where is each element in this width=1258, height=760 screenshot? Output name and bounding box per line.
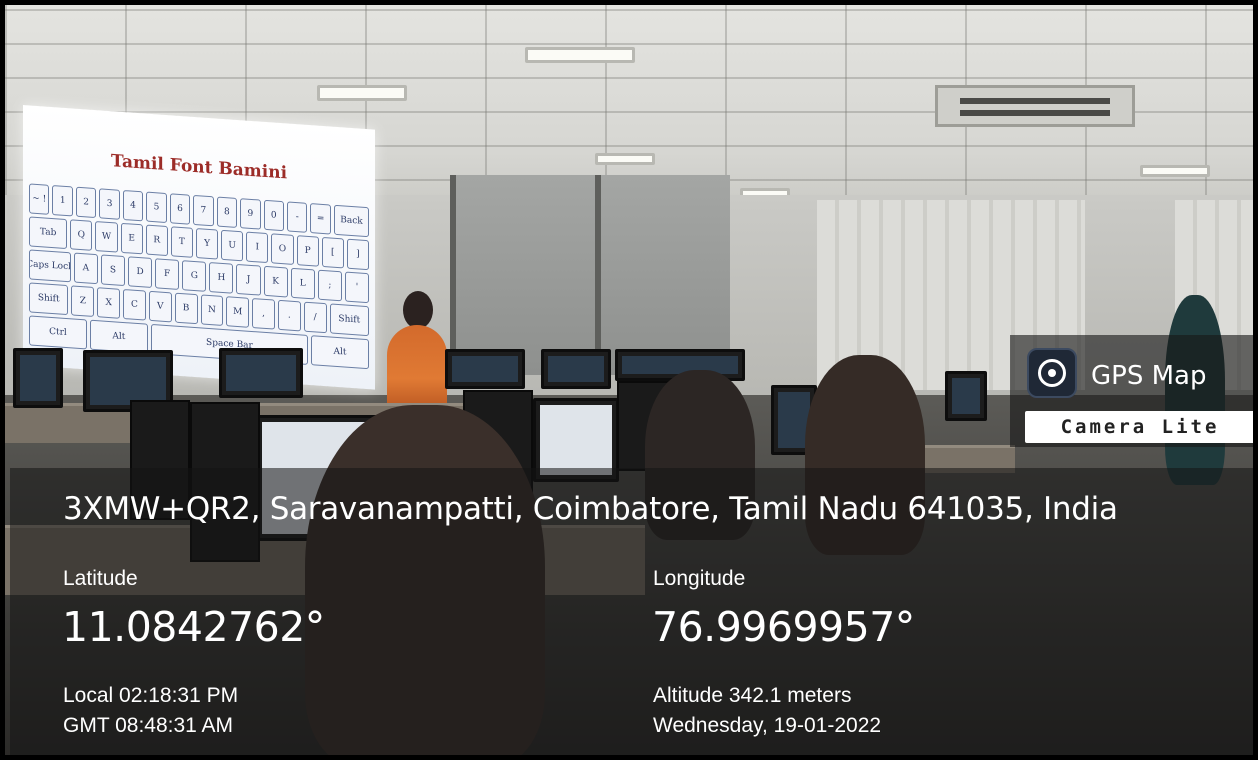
keyboard-key: V	[148, 290, 172, 323]
photo-frame: Tamil Font Bamini ~ ! 1 2 3 4 5 6 7 8 9 0- = Back Tab…	[0, 0, 1258, 760]
projector-title: Tamil Font Bamini	[110, 151, 288, 184]
keyboard-key: 1	[52, 185, 73, 217]
keyboard-key: C	[123, 288, 146, 321]
glass-partition	[450, 175, 595, 375]
keyboard-key: 4	[122, 189, 144, 222]
keyboard-key: H	[209, 262, 234, 294]
keyboard-key: Z	[71, 285, 95, 317]
keyboard-key: I	[246, 231, 269, 264]
keyboard-key: [	[321, 236, 344, 269]
latitude-value: 11.0842762°	[62, 603, 325, 651]
keyboard-key: 9	[240, 198, 261, 230]
keyboard-key: Shift	[329, 303, 370, 337]
keyboard-key: /	[303, 301, 327, 334]
keyboard-key: '	[344, 271, 369, 304]
ceiling-light	[317, 85, 407, 101]
keyboard-diagram: ~ ! 1 2 3 4 5 6 7 8 9 0- = Back Tab Q W E R T Y U I O P[] Caps L…	[29, 183, 370, 370]
keyboard-key: Q	[70, 219, 93, 251]
gmt-time: GMT 08:48:31 AM	[63, 714, 234, 737]
projector-screen: Tamil Font Bamini ~ ! 1 2 3 4 5 6 7 8 9 0- = Back Tab…	[23, 105, 375, 390]
keyboard-key: N	[200, 294, 224, 327]
computer-monitor	[945, 371, 987, 421]
longitude-value: 76.9969957°	[652, 603, 915, 651]
keyboard-key: S	[100, 254, 126, 287]
keyboard-key: P	[296, 235, 319, 267]
keyboard-key: 5	[146, 191, 167, 224]
keyboard-key: K	[263, 265, 288, 298]
keyboard-key: 0	[263, 199, 284, 232]
address-text: 3XMW+QR2, Saravanampatti, Coimbatore, Ta…	[63, 491, 1118, 527]
local-time: Local 02:18:31 PM	[63, 684, 239, 707]
ceiling-light	[525, 47, 635, 63]
gps-target-icon	[1027, 348, 1077, 398]
badge-subtitle: Camera Lite	[1025, 411, 1253, 443]
keyboard-key: Alt	[89, 319, 148, 354]
keyboard-key: =	[310, 203, 331, 235]
keyboard-key: W	[95, 221, 118, 253]
computer-monitor	[219, 348, 303, 398]
keyboard-key: 7	[193, 194, 214, 227]
altitude-text: Altitude 342.1 meters	[653, 684, 852, 707]
computer-monitor	[445, 349, 525, 389]
ceiling-light	[1140, 165, 1210, 177]
keyboard-key: B	[174, 292, 198, 325]
keyboard-key: M	[226, 296, 250, 328]
latitude-label: Latitude	[63, 567, 138, 590]
keyboard-key: 8	[216, 196, 238, 228]
keyboard-key: J	[236, 263, 261, 296]
ceiling-light	[595, 153, 655, 165]
longitude-label: Longitude	[653, 567, 746, 590]
keyboard-key: Ctrl	[29, 315, 87, 350]
keyboard-key: X	[97, 287, 121, 319]
keyboard-key: G	[182, 260, 207, 292]
keyboard-key: F	[155, 258, 180, 290]
glass-partition	[595, 175, 730, 375]
badge-title: GPS Map	[1091, 361, 1207, 391]
keyboard-key: D	[128, 256, 153, 289]
keyboard-key: R	[145, 224, 168, 257]
keyboard-key: Back	[333, 204, 370, 238]
keyboard-key: L	[290, 267, 315, 300]
keyboard-key: ,	[252, 298, 275, 330]
keyboard-key: ]	[346, 238, 369, 271]
keyboard-key: Tab	[29, 216, 68, 250]
ac-vent	[935, 85, 1135, 127]
keyboard-key: Y	[195, 228, 219, 260]
keyboard-key: -	[286, 201, 308, 233]
keyboard-key: 2	[75, 186, 97, 219]
teacher	[403, 291, 433, 329]
keyboard-key: ;	[317, 269, 342, 302]
computer-monitor	[13, 348, 63, 408]
keyboard-key: Caps Lock	[29, 249, 71, 283]
keyboard-key: A	[73, 252, 98, 285]
keyboard-key: 3	[99, 188, 120, 220]
keyboard-key: ~ !	[29, 183, 50, 215]
keyboard-key: O	[271, 233, 294, 265]
keyboard-key: 6	[169, 193, 191, 225]
keyboard-key: T	[170, 226, 193, 258]
keyboard-key: Shift	[29, 282, 69, 316]
keyboard-key: .	[277, 299, 301, 332]
keyboard-key: E	[120, 222, 143, 255]
keyboard-key: Alt	[311, 335, 369, 370]
teacher	[387, 325, 447, 415]
keyboard-key: U	[221, 229, 244, 262]
computer-monitor	[541, 349, 611, 389]
date-text: Wednesday, 19-01-2022	[653, 714, 882, 737]
